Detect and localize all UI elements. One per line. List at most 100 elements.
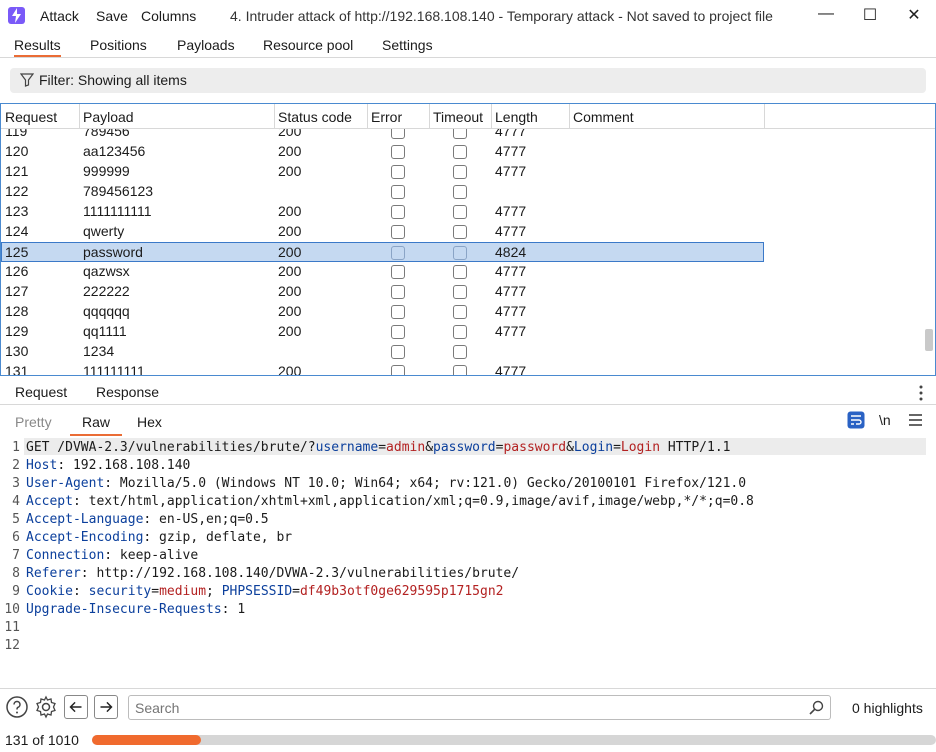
code-line[interactable]: Accept: text/html,application/xhtml+xml,…: [26, 494, 754, 509]
column-divider[interactable]: [367, 104, 368, 129]
error-checkbox[interactable]: [391, 246, 405, 260]
error-checkbox[interactable]: [391, 285, 405, 299]
tab-request[interactable]: Request: [15, 384, 67, 400]
word-wrap-icon[interactable]: [847, 411, 865, 429]
results-table: Request Payload Status code Error Timeou…: [0, 103, 936, 376]
timeout-checkbox[interactable]: [453, 246, 467, 260]
table-row[interactable]: 119 789456 200 4777: [1, 129, 764, 142]
help-icon[interactable]: [5, 695, 29, 719]
tab-response[interactable]: Response: [96, 384, 159, 400]
search-icon[interactable]: [809, 700, 824, 715]
column-status-code[interactable]: Status code: [278, 109, 352, 125]
error-checkbox[interactable]: [391, 305, 405, 319]
tab-settings[interactable]: Settings: [382, 37, 433, 53]
code-line[interactable]: Cookie: security=medium; PHPSESSID=df49b…: [26, 584, 503, 599]
code-line[interactable]: Host: 192.168.108.140: [26, 458, 190, 473]
error-checkbox[interactable]: [391, 129, 405, 139]
error-checkbox[interactable]: [391, 145, 405, 159]
timeout-checkbox[interactable]: [453, 205, 467, 219]
tab-resource-pool[interactable]: Resource pool: [263, 37, 353, 53]
table-row[interactable]: 123 1111111111 200 4777: [1, 202, 764, 222]
timeout-checkbox[interactable]: [453, 265, 467, 279]
code-line[interactable]: Referer: http://192.168.108.140/DVWA-2.3…: [26, 566, 519, 581]
column-timeout[interactable]: Timeout: [433, 109, 483, 125]
table-row[interactable]: 128 qqqqqq 200 4777: [1, 302, 764, 322]
timeout-checkbox[interactable]: [453, 225, 467, 239]
ampersand: &: [566, 440, 574, 455]
tab-results[interactable]: Results: [14, 37, 61, 57]
timeout-checkbox[interactable]: [453, 365, 467, 375]
settings-gear-icon[interactable]: [34, 695, 58, 719]
code-line[interactable]: User-Agent: Mozilla/5.0 (Windows NT 10.0…: [26, 476, 746, 491]
column-error[interactable]: Error: [371, 109, 402, 125]
tab-raw[interactable]: Raw: [70, 414, 122, 436]
cell-request: 127: [5, 283, 29, 299]
table-row-selected[interactable]: 125 password 200 4824: [1, 242, 764, 262]
error-checkbox[interactable]: [391, 185, 405, 199]
timeout-checkbox[interactable]: [453, 129, 467, 139]
back-arrow-icon[interactable]: [64, 695, 88, 719]
hamburger-menu-icon[interactable]: [909, 414, 922, 426]
error-checkbox[interactable]: [391, 365, 405, 375]
code-line[interactable]: Accept-Language: en-US,en;q=0.5: [26, 512, 269, 527]
error-checkbox[interactable]: [391, 345, 405, 359]
column-payload[interactable]: Payload: [83, 109, 134, 125]
code-line[interactable]: GET /DVWA-2.3/vulnerabilities/brute/?use…: [26, 440, 730, 455]
filter-bar[interactable]: Filter: Showing all items: [10, 68, 926, 93]
minimize-button[interactable]: —: [814, 5, 838, 27]
error-checkbox[interactable]: [391, 165, 405, 179]
newline-toggle-icon[interactable]: \n: [879, 412, 891, 428]
tab-payloads[interactable]: Payloads: [177, 37, 235, 53]
cell-request: 126: [5, 263, 29, 279]
code-line[interactable]: Accept-Encoding: gzip, deflate, br: [26, 530, 292, 545]
search-input[interactable]: [135, 699, 795, 717]
table-row[interactable]: 121 999999 200 4777: [1, 162, 764, 182]
tab-hex[interactable]: Hex: [137, 414, 162, 430]
timeout-checkbox[interactable]: [453, 165, 467, 179]
code-line[interactable]: Connection: keep-alive: [26, 548, 198, 563]
column-length[interactable]: Length: [495, 109, 538, 125]
error-checkbox[interactable]: [391, 205, 405, 219]
column-request[interactable]: Request: [5, 109, 57, 125]
timeout-checkbox[interactable]: [453, 305, 467, 319]
column-divider[interactable]: [491, 104, 492, 129]
table-row[interactable]: 130 1234: [1, 342, 764, 362]
menu-attack[interactable]: Attack: [40, 8, 79, 24]
column-divider[interactable]: [764, 104, 765, 129]
tab-pretty[interactable]: Pretty: [15, 414, 52, 430]
maximize-button[interactable]: ☐: [858, 5, 882, 27]
menu-columns[interactable]: Columns: [141, 8, 196, 24]
timeout-checkbox[interactable]: [453, 285, 467, 299]
close-button[interactable]: ✕: [902, 5, 926, 27]
menu-save[interactable]: Save: [96, 8, 128, 24]
table-row[interactable]: 122 789456123: [1, 182, 764, 202]
table-row[interactable]: 120 aa123456 200 4777: [1, 142, 764, 162]
error-checkbox[interactable]: [391, 225, 405, 239]
column-divider[interactable]: [274, 104, 275, 129]
error-checkbox[interactable]: [391, 325, 405, 339]
code-line[interactable]: Upgrade-Insecure-Requests: 1: [26, 602, 245, 617]
timeout-checkbox[interactable]: [453, 185, 467, 199]
header-value: : http://192.168.108.140/DVWA-2.3/vulner…: [80, 566, 520, 581]
search-box[interactable]: [128, 695, 831, 720]
cell-status: 200: [278, 283, 302, 299]
column-divider[interactable]: [79, 104, 80, 129]
column-comment[interactable]: Comment: [573, 109, 634, 125]
forward-arrow-icon[interactable]: [94, 695, 118, 719]
vertical-scrollbar[interactable]: [925, 329, 933, 351]
timeout-checkbox[interactable]: [453, 145, 467, 159]
timeout-checkbox[interactable]: [453, 325, 467, 339]
table-row[interactable]: 126 qazwsx 200 4777: [1, 262, 764, 282]
table-row[interactable]: 129 qq1111 200 4777: [1, 322, 764, 342]
tab-positions[interactable]: Positions: [90, 37, 147, 53]
timeout-checkbox[interactable]: [453, 345, 467, 359]
kebab-menu-icon[interactable]: [918, 385, 924, 401]
column-divider[interactable]: [429, 104, 430, 129]
table-row[interactable]: 131 111111111 200 4777: [1, 362, 764, 375]
error-checkbox[interactable]: [391, 265, 405, 279]
table-row[interactable]: 124 qwerty 200 4777: [1, 222, 764, 242]
cell-length: 4824: [495, 244, 527, 260]
line-number: 12: [4, 638, 20, 653]
column-divider[interactable]: [569, 104, 570, 129]
table-row[interactable]: 127 222222 200 4777: [1, 282, 764, 302]
